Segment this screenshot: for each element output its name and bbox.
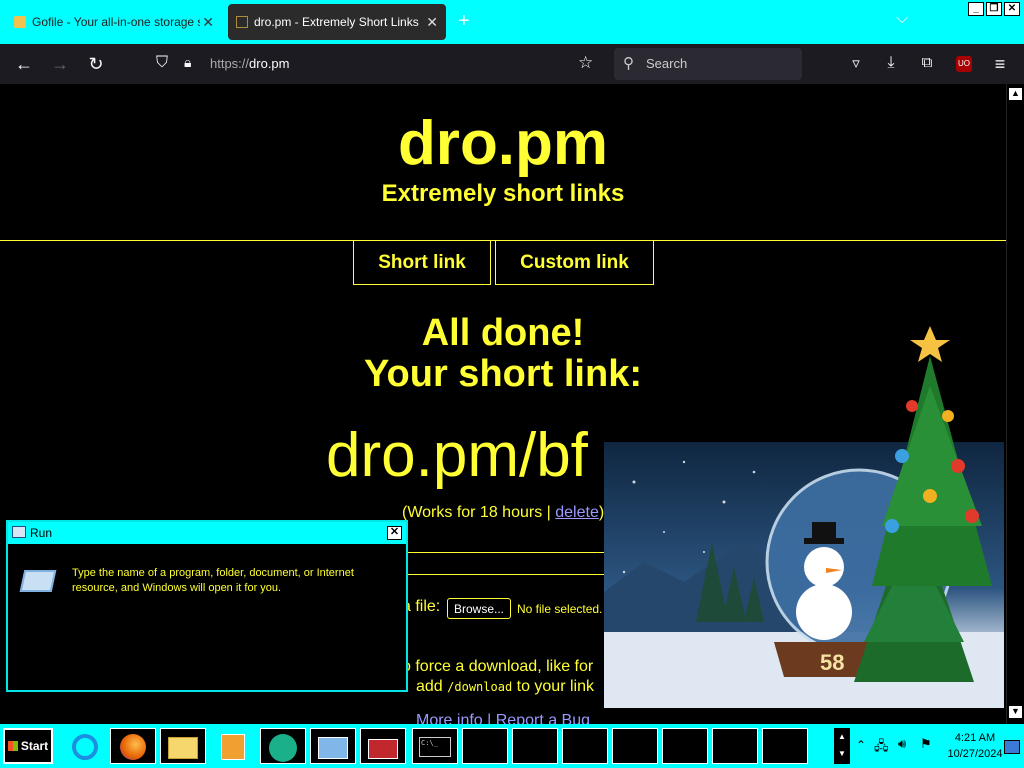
extensions-icon[interactable]: ⧉ [916,54,938,71]
expiry-note: (Works for 18 hours | delete) [402,504,604,522]
tab-list-chevron-icon[interactable]: ⌵ [896,10,908,28]
ublock-icon[interactable]: UO [956,56,972,72]
tab-close-icon[interactable]: ✕ [426,14,438,31]
tray-expand-icon[interactable]: ⌃ [856,738,866,752]
hint-text: add [416,678,448,695]
close-window-button[interactable]: ✕ [1004,2,1020,16]
no-file-text: No file selected. [517,602,603,616]
christmas-tree-icon [872,326,992,586]
bookmark-star-icon[interactable]: ☆ [578,53,593,73]
control-panel-icon[interactable] [310,728,356,764]
clock-date: 10/27/2024 [947,748,1003,760]
shield-icon[interactable]: ⛉ [156,54,168,72]
tab-dropm[interactable]: dro.pm - Extremely Short Links ✕ [228,4,446,40]
new-tab-plus-icon[interactable]: + [458,10,470,33]
footer-links[interactable]: More info | Report a Bug [416,712,590,724]
download-hint-line2: add /download to your link [416,678,594,696]
expiry-text: (Works for 18 hours | [402,504,556,521]
tab-label: dro.pm - Extremely Short Links [254,15,419,29]
file-explorer-icon[interactable] [160,728,206,764]
start-button[interactable]: Start [3,728,53,764]
back-arrow-icon[interactable]: ← [13,54,35,75]
download-icon[interactable]: ⤓ [880,54,902,72]
run-close-button[interactable]: ✕ [387,526,402,540]
taskbar-slot[interactable] [562,728,608,764]
volume-icon[interactable]: 🔊︎ [898,736,906,752]
tab-gofile[interactable]: Gofile - Your all-in-one storage solu ✕ [6,4,222,40]
firefox-icon[interactable] [110,728,156,764]
menu-hamburger-icon[interactable]: ≡ [989,54,1011,75]
download-code: /download [447,680,513,694]
taskbar-slot[interactable] [512,728,558,764]
windows-logo-icon [7,741,18,751]
scroll-down-icon[interactable]: ▼ [1009,706,1022,718]
dropm-favicon-icon [236,16,248,28]
custom-link-button[interactable]: Custom link [495,241,654,285]
run-window-icon [12,526,26,538]
pocket-icon[interactable]: ▿ [845,54,867,72]
site-title: dro.pm [397,109,609,178]
nav-toolbar: ← → ↻ ⛉ 🔒︎ https://dro.pm ☆ ⚲ Search ▿ ⤓… [0,44,1024,84]
scroll-up-icon[interactable]: ▲ [1009,88,1022,100]
forward-arrow-icon[interactable]: → [49,54,71,75]
gofile-favicon-icon [14,16,26,28]
download-hint-line1: o force a download, like for [402,658,594,675]
browse-button[interactable]: Browse... [447,598,511,619]
internet-explorer-icon[interactable] [62,728,108,764]
search-box[interactable]: ⚲ Search [614,48,802,80]
network-icon[interactable]: 🖧︎ [874,737,889,759]
run-title: Run [30,526,53,540]
show-desktop-icon[interactable] [1004,740,1020,754]
run-titlebar[interactable]: Run ✕ [8,522,406,544]
search-icon: ⚲ [623,55,634,72]
short-link-heading: Your short link: [364,353,642,395]
taskbar: Start C:\_ ▲ ▼ ⌃ 🖧︎ 🔊︎ ⚑ 4:21 AM 10/27/20… [0,724,1024,768]
taskbar-scroll-arrows[interactable]: ▲ ▼ [834,728,850,764]
widget-counter: 58 [820,650,845,675]
site-subtitle: Extremely short links [381,180,625,207]
taskbar-slot[interactable] [762,728,808,764]
hint-text: to your link [512,678,594,695]
run-dialog[interactable]: Run ✕ Type the name of a program, folder… [6,520,408,692]
divider [402,574,612,575]
divider [402,552,612,553]
minimize-button[interactable]: _ [968,2,984,16]
run-program-icon [19,570,57,592]
lock-icon[interactable]: 🔒︎ [184,54,191,71]
taskbar-slot[interactable] [712,728,758,764]
taskbar-slot[interactable] [612,728,658,764]
reload-icon[interactable]: ↻ [85,54,107,75]
tab-label: Gofile - Your all-in-one storage solu [32,15,200,29]
toolbox-icon[interactable] [360,728,406,764]
clock-time: 4:21 AM [954,732,996,744]
media-player-icon[interactable] [210,728,256,764]
tab-bar: Gofile - Your all-in-one storage solu ✕ … [0,0,1024,44]
command-prompt-icon[interactable]: C:\_ [412,728,458,764]
url-text[interactable]: https://dro.pm [210,56,290,71]
url-bar[interactable]: ⛉ 🔒︎ https://dro.pm ☆ [148,49,606,79]
short-link-button[interactable]: Short link [353,241,491,285]
restore-button[interactable]: ❐ [986,2,1002,16]
short-link-value[interactable]: dro.pm/bf [326,420,588,491]
run-message: Type the name of a program, folder, docu… [72,567,354,594]
action-center-flag-icon[interactable]: ⚑ [920,736,932,752]
start-label: Start [20,739,49,753]
done-heading: All done! [421,312,585,354]
system-clock[interactable]: 4:21 AM 10/27/2024 [938,730,1012,762]
taskbar-slot[interactable] [662,728,708,764]
taskbar-slot[interactable] [462,728,508,764]
tab-close-icon[interactable]: ✕ [202,14,214,31]
browser-globe-icon[interactable] [260,728,306,764]
delete-link[interactable]: delete [555,504,599,521]
search-placeholder: Search [646,56,688,71]
